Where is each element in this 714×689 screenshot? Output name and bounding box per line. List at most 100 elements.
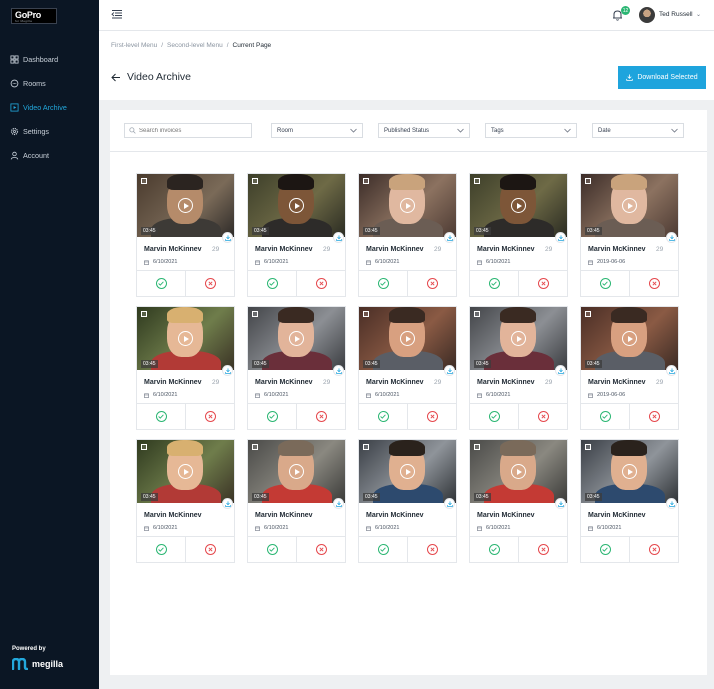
reject-action[interactable]	[185, 537, 234, 562]
play-icon[interactable]	[511, 198, 526, 213]
check-icon[interactable]	[377, 278, 389, 289]
check-icon[interactable]	[488, 278, 500, 289]
check-icon[interactable]	[266, 411, 278, 422]
approve-action[interactable]	[248, 271, 296, 296]
download-icon[interactable]	[222, 365, 233, 376]
video-thumbnail[interactable]: 03:45	[248, 440, 345, 503]
download-icon[interactable]	[222, 232, 233, 243]
close-icon[interactable]	[315, 544, 327, 555]
video-thumbnail[interactable]: 03:45	[137, 307, 234, 370]
video-thumbnail[interactable]: 03:45	[470, 174, 567, 237]
download-icon[interactable]	[444, 365, 455, 376]
menu-toggle-icon[interactable]	[111, 9, 123, 20]
check-icon[interactable]	[599, 278, 611, 289]
video-thumbnail[interactable]: 03:45	[581, 174, 678, 237]
approve-action[interactable]	[470, 404, 518, 429]
video-thumbnail[interactable]: 03:45	[359, 440, 456, 503]
close-icon[interactable]	[426, 278, 438, 289]
download-icon[interactable]	[555, 365, 566, 376]
check-icon[interactable]	[599, 544, 611, 555]
video-card[interactable]: 03:45 Marvin McKinnev 29 6/10/2021	[358, 173, 457, 297]
video-card[interactable]: 03:45 Marvin McKinnev 6/10/2021	[469, 439, 568, 563]
approve-action[interactable]	[248, 404, 296, 429]
video-card[interactable]: 03:45 Marvin McKinnev 6/10/2021	[247, 439, 346, 563]
back-arrow-icon[interactable]	[111, 73, 121, 82]
sidebar-item-settings[interactable]: Settings	[10, 124, 49, 138]
video-card[interactable]: 03:45 Marvin McKinnev 29 6/10/2021	[247, 173, 346, 297]
close-icon[interactable]	[648, 411, 660, 422]
approve-action[interactable]	[470, 271, 518, 296]
sidebar-item-dashboard[interactable]: Dashboard	[10, 52, 58, 66]
sidebar-item-rooms[interactable]: Rooms	[10, 76, 46, 90]
reject-action[interactable]	[518, 404, 567, 429]
play-icon[interactable]	[178, 331, 193, 346]
approve-action[interactable]	[359, 537, 407, 562]
reject-action[interactable]	[407, 404, 456, 429]
check-icon[interactable]	[377, 411, 389, 422]
video-card[interactable]: 03:45 Marvin McKinnev 29 6/10/2021	[358, 306, 457, 430]
play-icon[interactable]	[178, 198, 193, 213]
video-card[interactable]: 03:45 Marvin McKinnev 6/10/2021	[136, 439, 235, 563]
video-card[interactable]: 03:45 Marvin McKinnev 29 6/10/2021	[136, 306, 235, 430]
check-icon[interactable]	[155, 278, 167, 289]
reject-action[interactable]	[518, 271, 567, 296]
download-icon[interactable]	[666, 498, 677, 509]
reject-action[interactable]	[407, 271, 456, 296]
play-icon[interactable]	[289, 464, 304, 479]
video-thumbnail[interactable]: 03:45	[137, 440, 234, 503]
video-card[interactable]: 03:45 Marvin McKinnev 29 2019-06-06	[580, 173, 679, 297]
published-status-select[interactable]: Published Status	[378, 123, 470, 138]
video-card[interactable]: 03:45 Marvin McKinnev 6/10/2021	[358, 439, 457, 563]
check-icon[interactable]	[155, 544, 167, 555]
approve-action[interactable]	[581, 404, 629, 429]
select-checkbox[interactable]	[363, 178, 369, 184]
select-checkbox[interactable]	[474, 311, 480, 317]
chevron-down-icon[interactable]: ⌄	[696, 11, 701, 18]
search-box[interactable]	[124, 123, 252, 138]
video-thumbnail[interactable]: 03:45	[470, 440, 567, 503]
download-icon[interactable]	[555, 232, 566, 243]
select-checkbox[interactable]	[252, 311, 258, 317]
play-icon[interactable]	[289, 198, 304, 213]
reject-action[interactable]	[296, 404, 345, 429]
select-checkbox[interactable]	[252, 444, 258, 450]
search-input[interactable]	[139, 127, 249, 134]
video-card[interactable]: 03:45 Marvin McKinnev 29 6/10/2021	[247, 306, 346, 430]
approve-action[interactable]	[137, 404, 185, 429]
play-icon[interactable]	[400, 331, 415, 346]
close-icon[interactable]	[204, 544, 216, 555]
select-checkbox[interactable]	[141, 178, 147, 184]
video-thumbnail[interactable]: 03:45	[581, 307, 678, 370]
video-thumbnail[interactable]: 03:45	[248, 307, 345, 370]
gopro-logo[interactable]: GoPro for Megilla	[11, 8, 57, 24]
select-checkbox[interactable]	[474, 178, 480, 184]
breadcrumb-level2[interactable]: Second-level Menu	[167, 42, 223, 49]
select-checkbox[interactable]	[363, 444, 369, 450]
play-icon[interactable]	[400, 198, 415, 213]
download-icon[interactable]	[333, 365, 344, 376]
video-card[interactable]: 03:45 Marvin McKinnev 6/10/2021	[580, 439, 679, 563]
video-thumbnail[interactable]: 03:45	[359, 174, 456, 237]
avatar[interactable]	[639, 7, 655, 23]
sidebar-item-account[interactable]: Account	[10, 148, 49, 162]
close-icon[interactable]	[315, 278, 327, 289]
check-icon[interactable]	[488, 411, 500, 422]
reject-action[interactable]	[629, 404, 678, 429]
video-card[interactable]: 03:45 Marvin McKinnev 29 2019-06-06	[580, 306, 679, 430]
download-icon[interactable]	[222, 498, 233, 509]
approve-action[interactable]	[470, 537, 518, 562]
breadcrumb-level1[interactable]: First-level Menu	[111, 42, 157, 49]
reject-action[interactable]	[629, 271, 678, 296]
check-icon[interactable]	[599, 411, 611, 422]
date-select[interactable]: Date	[592, 123, 684, 138]
reject-action[interactable]	[185, 271, 234, 296]
video-thumbnail[interactable]: 03:45	[581, 440, 678, 503]
select-checkbox[interactable]	[585, 311, 591, 317]
download-icon[interactable]	[333, 498, 344, 509]
select-checkbox[interactable]	[252, 178, 258, 184]
select-checkbox[interactable]	[141, 444, 147, 450]
download-selected-button[interactable]: Download Selected	[618, 66, 706, 89]
download-icon[interactable]	[444, 498, 455, 509]
download-icon[interactable]	[666, 232, 677, 243]
close-icon[interactable]	[315, 411, 327, 422]
